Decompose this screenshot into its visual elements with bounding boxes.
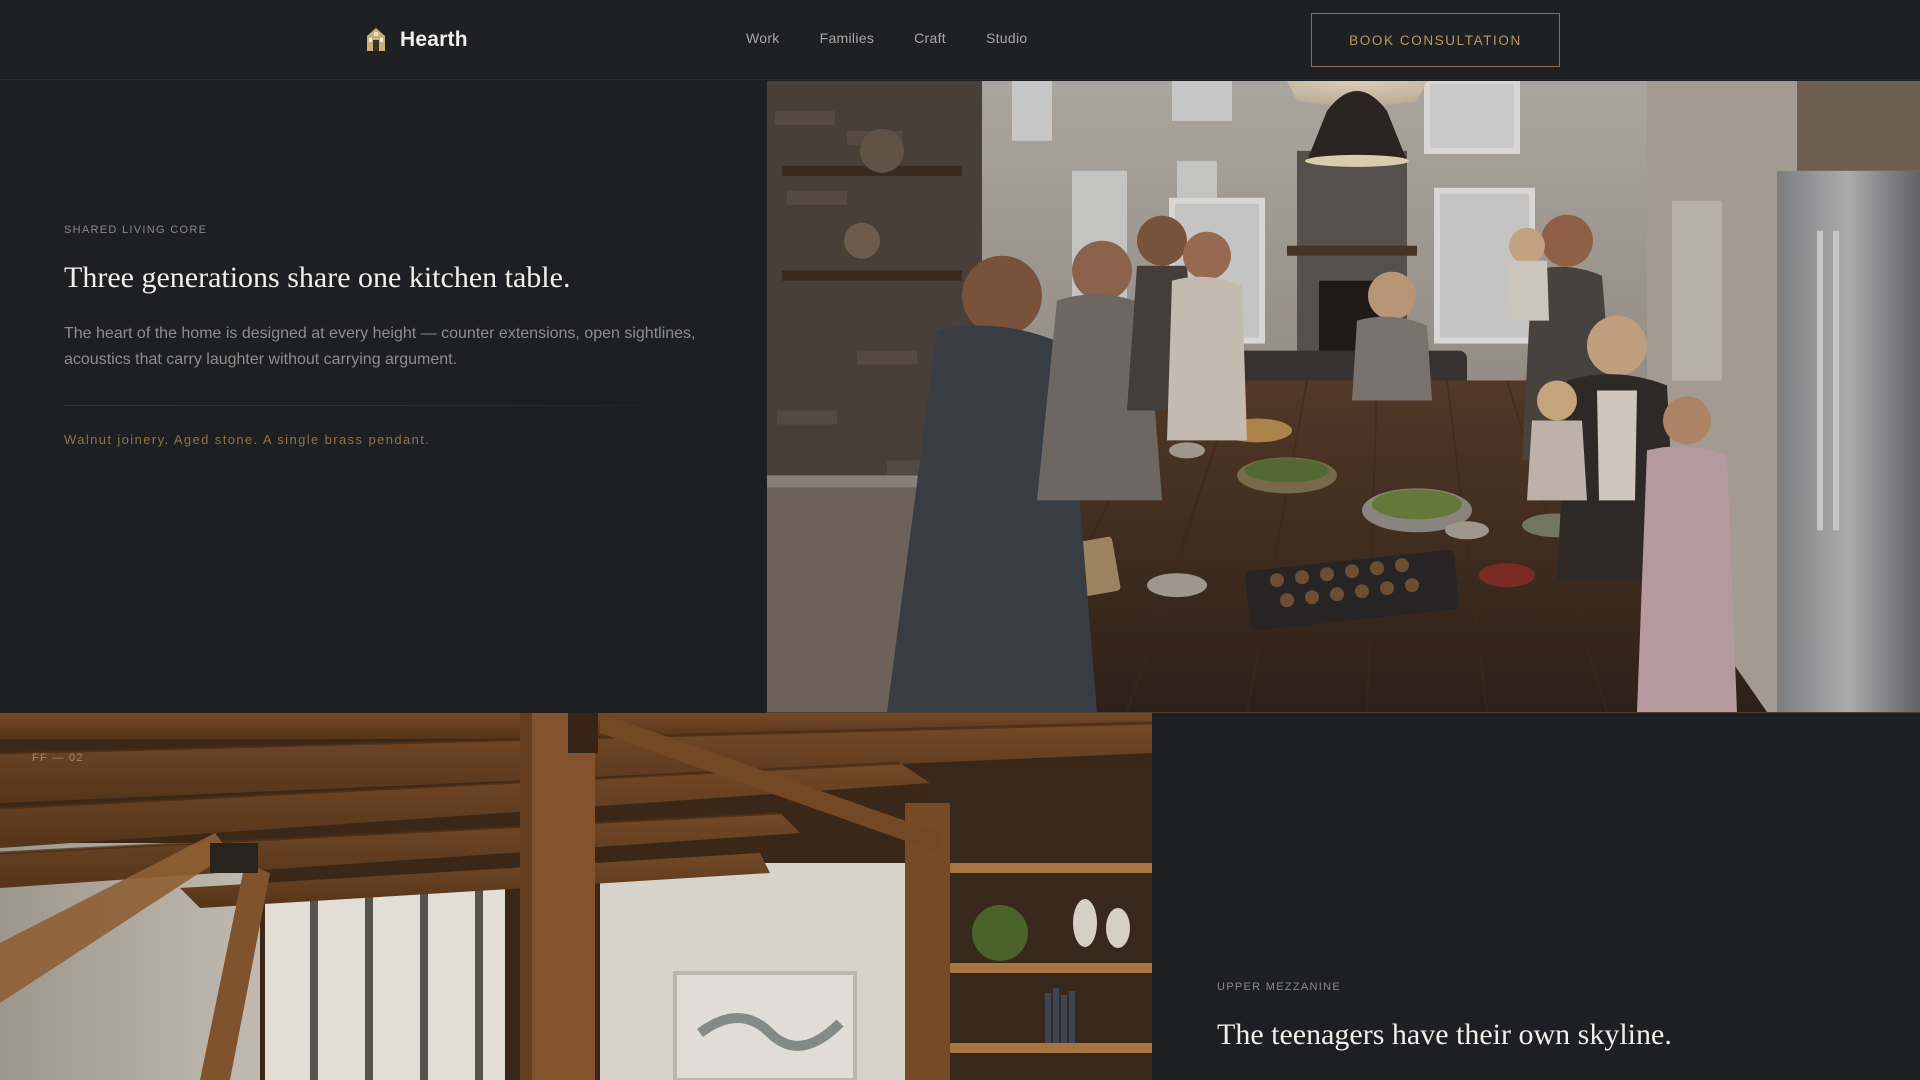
upper-mezzanine-section: UPPER MEZZANINE The teenagers have their… xyxy=(1152,713,1920,1080)
section-eyebrow: SHARED LIVING CORE xyxy=(64,224,208,236)
site-header: Hearth Work Families Craft Studio BOOK C… xyxy=(0,0,1920,80)
nav-item-work[interactable]: Work xyxy=(746,30,780,46)
nav-item-craft[interactable]: Craft xyxy=(914,30,946,46)
kitchen-family-photo xyxy=(767,81,1920,713)
shared-living-section: SHARED LIVING CORE Three generations sha… xyxy=(0,81,767,713)
floor-code-label: FF — 02 xyxy=(32,752,84,764)
materials-note: Walnut joinery. Aged stone. A single bra… xyxy=(64,432,431,447)
house-icon xyxy=(367,28,385,51)
brand-name: Hearth xyxy=(400,28,468,51)
section-heading: Three generations share one kitchen tabl… xyxy=(64,261,571,294)
book-consultation-button[interactable]: BOOK CONSULTATION xyxy=(1311,13,1560,67)
brand-logo[interactable]: Hearth xyxy=(364,24,468,56)
section-heading: The teenagers have their own skyline. xyxy=(1217,1018,1672,1051)
section-eyebrow: UPPER MEZZANINE xyxy=(1217,981,1342,993)
nav-item-families[interactable]: Families xyxy=(820,30,875,46)
mezzanine-beams-photo xyxy=(0,713,1152,1080)
section-divider xyxy=(64,405,704,406)
section-body: The heart of the home is designed at eve… xyxy=(64,325,696,368)
nav-item-studio[interactable]: Studio xyxy=(986,30,1028,46)
main-nav: Work Families Craft Studio xyxy=(746,30,1027,46)
